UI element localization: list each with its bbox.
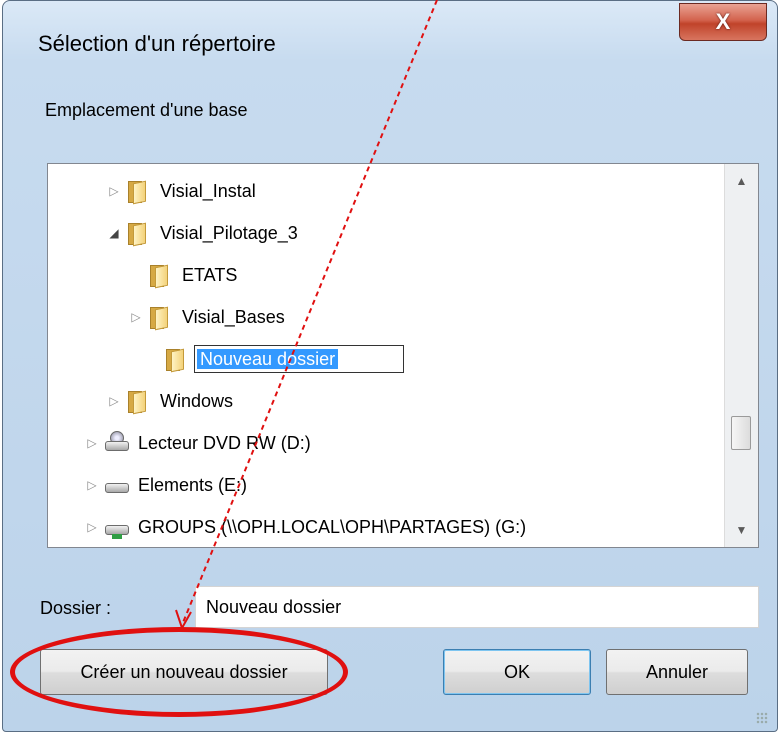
tree-item[interactable]: ▷ Visial_Bases <box>128 300 285 334</box>
title-bar[interactable]: Sélection d'un répertoire X <box>3 1 777 81</box>
folder-icon <box>148 305 170 331</box>
folder-tree[interactable]: ▷ Visial_Instal ◢ Visial_Pilotage_3 ETAT… <box>47 163 759 548</box>
scroll-thumb[interactable] <box>731 416 751 450</box>
tree-item[interactable]: ▷ Elements (E:) <box>84 468 247 502</box>
removable-drive-icon <box>104 475 130 495</box>
expand-arrow-icon[interactable]: ▷ <box>106 394 122 408</box>
dvd-drive-icon <box>104 431 130 453</box>
tree-item-editing[interactable]: Nouveau dossier <box>164 342 404 376</box>
ok-button[interactable]: OK <box>443 649 591 695</box>
create-folder-button[interactable]: Créer un nouveau dossier <box>40 649 328 695</box>
expand-arrow-icon[interactable]: ▷ <box>84 520 100 534</box>
expand-arrow-icon[interactable]: ▷ <box>106 184 122 198</box>
rename-selected-text: Nouveau dossier <box>197 349 339 369</box>
tree-item-label: Visial_Pilotage_3 <box>160 222 298 243</box>
tree-item[interactable]: ETATS <box>148 258 237 292</box>
tree-item-label: GROUPS (\\OPH.LOCAL\OPH\PARTAGES) (G:) <box>138 516 527 537</box>
cancel-button[interactable]: Annuler <box>606 649 748 695</box>
dialog-title: Sélection d'un répertoire <box>38 31 276 56</box>
location-caption: Emplacement d'une base <box>45 100 248 120</box>
tree-item[interactable]: ◢ Visial_Pilotage_3 <box>106 216 298 250</box>
network-drive-icon <box>104 517 130 539</box>
tree-item-label: ETATS <box>182 264 238 285</box>
collapse-arrow-icon[interactable]: ◢ <box>106 226 122 240</box>
folder-name-input[interactable] <box>195 586 759 628</box>
tree-item-label: Windows <box>160 390 234 411</box>
folder-icon <box>126 179 148 205</box>
close-button[interactable]: X <box>679 3 767 41</box>
folder-icon <box>126 221 148 247</box>
vertical-scrollbar[interactable]: ▲ ▼ <box>724 164 758 547</box>
expand-arrow-icon[interactable]: ▷ <box>84 478 100 492</box>
tree-item[interactable]: ▷ Lecteur DVD RW (D:) <box>84 426 311 460</box>
close-icon: X <box>715 9 731 34</box>
folder-icon <box>164 347 186 373</box>
tree-item-label: Visial_Bases <box>182 306 285 327</box>
folder-field-label: Dossier : <box>40 598 112 618</box>
rename-input[interactable]: Nouveau dossier <box>194 345 404 373</box>
folder-icon <box>148 263 170 289</box>
resize-grip-icon[interactable] <box>756 712 768 724</box>
tree-item[interactable]: ▷ Visial_Instal <box>106 174 256 208</box>
scroll-up-icon[interactable]: ▲ <box>725 164 758 198</box>
expand-arrow-icon[interactable]: ▷ <box>128 310 144 324</box>
tree-item-label: Elements (E:) <box>138 474 248 495</box>
tree-item[interactable]: ▷ Windows <box>106 384 233 418</box>
tree-item-label: Lecteur DVD RW (D:) <box>138 432 311 453</box>
scroll-down-icon[interactable]: ▼ <box>725 513 758 547</box>
folder-icon <box>126 389 148 415</box>
tree-item-label: Visial_Instal <box>160 180 256 201</box>
expand-arrow-icon[interactable]: ▷ <box>84 436 100 450</box>
tree-item[interactable]: ▷ GROUPS (\\OPH.LOCAL\OPH\PARTAGES) (G:) <box>84 510 526 544</box>
